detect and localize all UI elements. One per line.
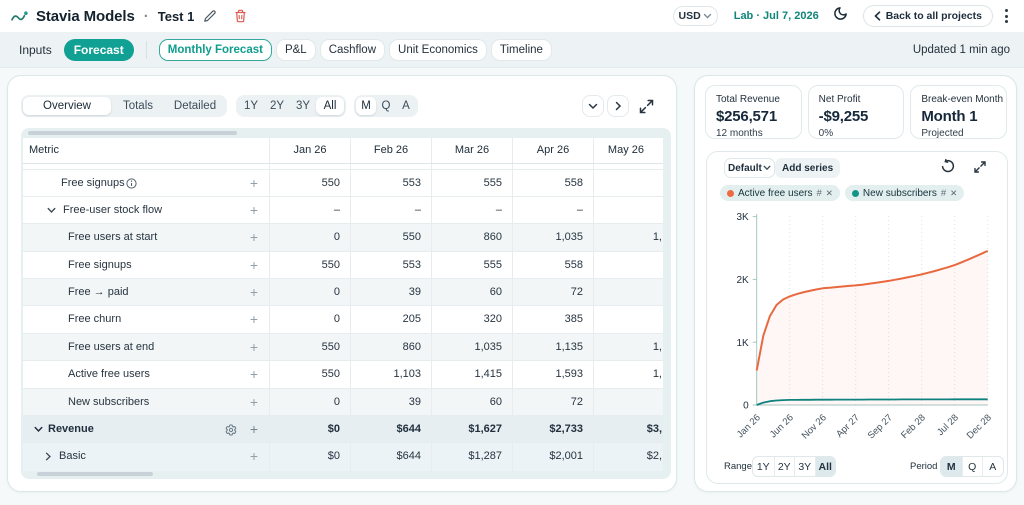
svg-text:1K: 1K	[736, 338, 749, 349]
svg-text:Dec 28: Dec 28	[965, 412, 994, 441]
svg-text:Jan 26: Jan 26	[735, 412, 763, 440]
svg-text:0: 0	[743, 401, 749, 412]
svg-text:Jun 26: Jun 26	[768, 412, 796, 440]
svg-text:Feb 28: Feb 28	[899, 412, 928, 441]
svg-text:Apr 27: Apr 27	[834, 412, 862, 440]
svg-text:Jul 28: Jul 28	[935, 412, 961, 438]
svg-text:Sep 27: Sep 27	[866, 412, 895, 441]
svg-text:3K: 3K	[736, 212, 749, 223]
svg-text:Nov 26: Nov 26	[800, 412, 829, 441]
svg-text:2K: 2K	[736, 275, 749, 286]
